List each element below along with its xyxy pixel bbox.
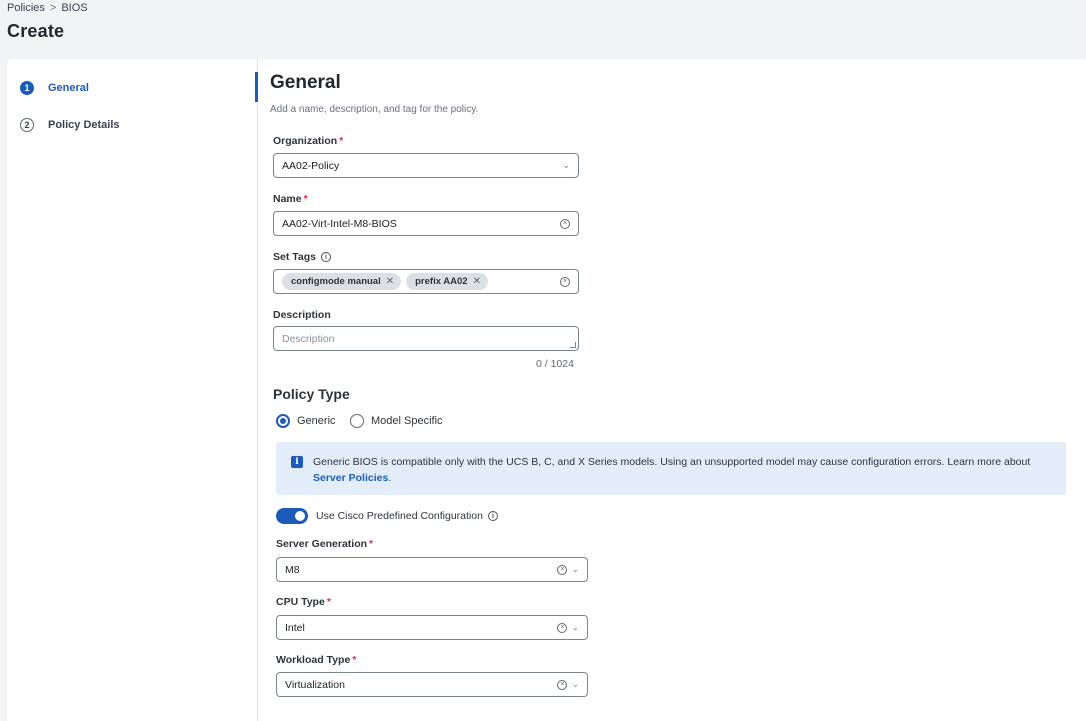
breadcrumb-separator: > <box>49 2 57 14</box>
clear-icon[interactable]: × <box>560 276 570 287</box>
banner-text: Generic BIOS is compatible only with the… <box>313 454 1052 495</box>
cpu-type-label: CPU Type * <box>276 596 331 608</box>
breadcrumb-current: BIOS <box>61 2 88 14</box>
step-label-policy-details: Policy Details <box>48 119 120 131</box>
required-mark: * <box>303 193 308 205</box>
chevron-down-icon[interactable]: ⌄ <box>571 679 579 690</box>
radio-unselected-icon <box>350 414 364 428</box>
description-counter: 0 / 1024 <box>536 358 574 370</box>
description-placeholder: Description <box>282 333 335 345</box>
clear-icon[interactable]: × <box>557 622 568 633</box>
radio-model-specific[interactable]: Model Specific <box>350 414 443 428</box>
tag-label: prefix AA02 <box>415 276 468 287</box>
cpu-type-label-text: CPU Type <box>276 596 325 608</box>
chevron-down-icon: ⌄ <box>562 160 570 170</box>
predefined-config-toggle[interactable] <box>276 508 308 524</box>
name-label-text: Name <box>273 193 302 205</box>
required-mark: * <box>369 538 374 550</box>
close-icon[interactable]: ✕ <box>386 276 394 287</box>
workload-type-select[interactable]: Virtualization × ⌄ <box>276 672 588 697</box>
description-label: Description <box>273 309 331 321</box>
info-banner: i Generic BIOS is compatible only with t… <box>276 442 1066 495</box>
organization-label-text: Organization <box>273 135 338 147</box>
tag-list: configmode manual ✕ prefix AA02 ✕ <box>282 273 560 290</box>
radio-model-specific-label: Model Specific <box>371 415 443 427</box>
clear-icon[interactable]: × <box>557 679 568 690</box>
step-label-general: General <box>48 82 89 94</box>
clear-icon[interactable]: × <box>557 564 568 575</box>
cpu-type-value: Intel <box>285 621 305 634</box>
wizard-divider <box>257 59 258 721</box>
description-label-text: Description <box>273 309 331 321</box>
chevron-down-icon[interactable]: ⌄ <box>571 622 579 633</box>
page-title: Create <box>7 21 65 41</box>
set-tags-label-text: Set Tags <box>273 251 316 263</box>
banner-suffix: . <box>388 472 392 484</box>
server-policies-link[interactable]: Server Policies <box>313 472 388 484</box>
description-textarea[interactable]: Description <box>273 326 579 351</box>
radio-selected-icon <box>276 414 290 428</box>
tag-label: configmode manual <box>291 276 381 287</box>
step-number-2: 2 <box>20 118 34 132</box>
form-title: General <box>270 72 341 93</box>
organization-select[interactable]: AA02-Policy ⌄ <box>273 153 579 178</box>
server-generation-select[interactable]: M8 × ⌄ <box>276 557 588 582</box>
tag-chip: prefix AA02 ✕ <box>406 273 488 290</box>
cpu-type-select[interactable]: Intel × ⌄ <box>276 615 588 640</box>
info-icon[interactable]: i <box>487 511 498 521</box>
active-step-indicator <box>255 72 258 102</box>
required-mark: * <box>352 654 357 666</box>
server-generation-label-text: Server Generation <box>276 538 368 550</box>
breadcrumb: Policies > BIOS <box>7 2 88 14</box>
policy-type-title: Policy Type <box>273 386 350 402</box>
wizard-step-general[interactable]: 1 General <box>20 81 89 95</box>
workload-type-label-text: Workload Type <box>276 654 351 666</box>
breadcrumb-policies-link[interactable]: Policies <box>7 2 45 14</box>
resize-handle[interactable] <box>570 342 576 348</box>
name-label: Name * <box>273 193 308 205</box>
server-generation-label: Server Generation * <box>276 538 373 550</box>
banner-message: Generic BIOS is compatible only with the… <box>313 456 1031 468</box>
organization-label: Organization * <box>273 135 343 147</box>
chevron-down-icon[interactable]: ⌄ <box>571 564 579 575</box>
info-icon: i <box>291 456 303 468</box>
info-icon[interactable]: i <box>320 252 331 262</box>
close-icon[interactable]: ✕ <box>473 276 481 287</box>
name-input[interactable]: AA02-Virt-Intel-M8-BIOS × <box>273 211 579 236</box>
name-value: AA02-Virt-Intel-M8-BIOS <box>282 217 397 230</box>
wizard-step-policy-details[interactable]: 2 Policy Details <box>20 118 120 132</box>
radio-generic-label: Generic <box>297 415 336 427</box>
organization-value: AA02-Policy <box>282 159 340 172</box>
required-mark: * <box>326 596 331 608</box>
form-subtitle: Add a name, description, and tag for the… <box>270 104 479 115</box>
workload-type-value: Virtualization <box>285 678 345 691</box>
set-tags-input[interactable]: configmode manual ✕ prefix AA02 ✕ × <box>273 269 579 294</box>
tag-chip: configmode manual ✕ <box>282 273 402 290</box>
step-number-1: 1 <box>20 81 34 95</box>
radio-generic[interactable]: Generic <box>276 414 336 428</box>
predefined-config-row: Use Cisco Predefined Configuration i <box>276 508 498 524</box>
server-generation-value: M8 <box>285 563 300 576</box>
set-tags-label: Set Tags i <box>273 251 331 263</box>
workload-type-label: Workload Type * <box>276 654 356 666</box>
required-mark: * <box>339 135 344 147</box>
predefined-config-label: Use Cisco Predefined Configuration <box>316 510 483 522</box>
clear-icon[interactable]: × <box>560 218 570 229</box>
